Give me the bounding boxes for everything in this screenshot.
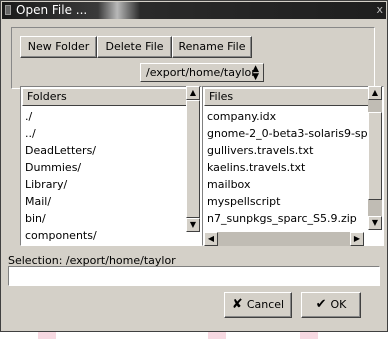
file-item[interactable]: myspellscript [207,193,383,210]
delete-file-button[interactable]: Delete File [97,36,172,58]
scroll-up-icon[interactable]: ▲ [368,86,382,100]
dialog-title: Open File ... [16,3,88,17]
folder-item[interactable]: ./ [25,108,201,125]
scroll-down-icon[interactable]: ▼ [186,218,200,232]
window-menu-icon[interactable] [5,5,11,15]
folder-item[interactable]: Dummies/ [25,159,201,176]
folder-item[interactable]: ../ [25,125,201,142]
file-item[interactable]: kaelins.travels.txt [207,159,383,176]
path-dropdown[interactable]: /export/home/taylor ▲ ▼ [140,63,264,82]
updown-icon: ▲ ▼ [252,64,259,82]
ok-label: OK [330,298,347,311]
file-item[interactable]: company.idx [207,108,383,125]
files-rows: company.idx gnome-2_0-beta3-solaris9-sp gu… [203,107,383,227]
close-icon[interactable]: x [376,3,383,16]
files-vscrollbar[interactable]: ▲ ▼ [368,86,382,230]
files-header[interactable]: Files [204,88,382,106]
ok-button[interactable]: ✔ OK [301,292,361,318]
folders-vscrollbar[interactable]: ▲ ▼ [186,86,200,232]
new-folder-button[interactable]: New Folder [20,36,97,58]
scroll-thumb[interactable] [368,112,382,200]
title-bar[interactable]: Open File ... x [2,2,386,19]
cancel-label: Cancel [246,298,285,311]
folders-rows: ./../DeadLetters/Dummies/Library/Mail/bi… [21,107,201,244]
path-dropdown-value: /export/home/taylor [146,66,256,79]
cancel-button[interactable]: ✘ Cancel [224,292,292,318]
file-item[interactable]: mailbox [207,176,383,193]
scroll-left-icon[interactable]: ◀ [204,232,218,246]
scroll-right-icon[interactable]: ▶ [350,232,364,246]
scroll-up-icon[interactable]: ▲ [186,86,200,100]
folder-item[interactable]: Library/ [25,176,201,193]
folder-item[interactable]: Mail/ [25,193,201,210]
file-item[interactable]: gnome-2_0-beta3-solaris9-sp [207,125,383,142]
files-list[interactable]: Files company.idx gnome-2_0-beta3-solaris… [202,86,384,246]
rename-file-button[interactable]: Rename File [172,36,252,58]
check-icon: ✔ [315,297,327,312]
folder-item[interactable]: bin/ [25,210,201,227]
file-item[interactable]: n7_sunpkgs_sparc_S5.9.zip [207,210,383,227]
scroll-thumb[interactable] [186,100,200,218]
files-hscrollbar[interactable]: ◀ ▶ [204,232,364,246]
folder-item[interactable]: DeadLetters/ [25,142,201,159]
scroll-down-icon[interactable]: ▼ [368,216,382,230]
selection-input[interactable] [8,266,380,286]
folder-item[interactable]: components/ [25,227,201,244]
cross-icon: ✘ [231,297,243,312]
folders-list[interactable]: Folders ./../DeadLetters/Dummies/Library… [20,86,202,246]
folders-header[interactable]: Folders [22,88,200,106]
file-item[interactable]: gullivers.travels.txt [207,142,383,159]
